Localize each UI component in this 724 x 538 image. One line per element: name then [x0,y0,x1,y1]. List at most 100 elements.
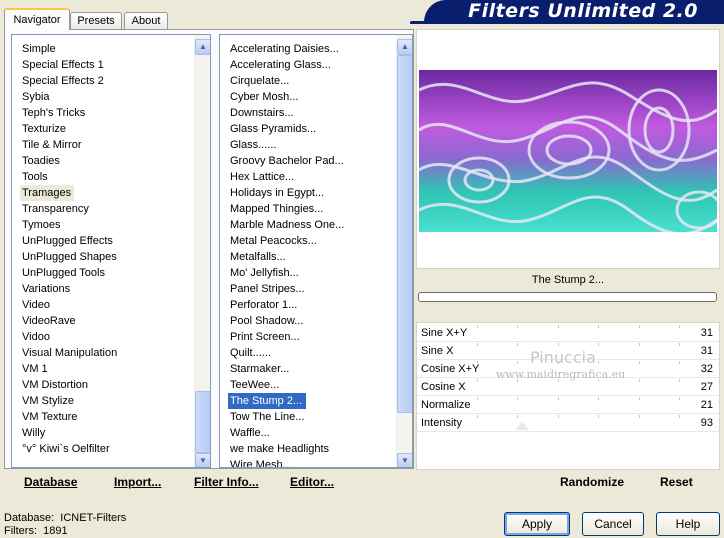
filter-item[interactable]: Cirquelate... [228,73,289,89]
category-item[interactable]: UnPlugged Effects [20,233,113,249]
filter-item[interactable]: Marble Madness One... [228,217,344,233]
param-row[interactable]: Intensity 93 [417,415,719,432]
category-item[interactable]: Special Effects 1 [20,57,104,73]
filter-item[interactable]: Glass Pyramids... [228,121,316,137]
category-item[interactable]: Toadies [20,153,60,169]
param-label: Intensity [421,417,462,429]
category-item[interactable]: VM Distortion [20,377,88,393]
slider-tick [638,397,640,400]
scroll-up-icon[interactable]: ▲ [195,39,210,55]
param-value: 27 [700,381,713,393]
category-item[interactable]: VM Stylize [20,393,74,409]
scroll-down-icon[interactable]: ▼ [195,453,210,467]
watermark-text: Pinuccia [530,348,596,367]
category-item[interactable]: Willy [20,425,45,441]
filter-item[interactable]: Mo' Jellyfish... [228,265,299,281]
param-slider-track[interactable] [477,397,680,414]
filter-item[interactable]: Glass...... [228,137,276,153]
filter-item[interactable]: TeeWee... [228,377,279,393]
slider-tick [598,325,600,328]
slider-tick [517,397,519,400]
filter-item[interactable]: Accelerating Glass... [228,57,331,73]
cancel-button[interactable]: Cancel [582,512,644,536]
filter-item[interactable]: Waffle... [228,425,270,441]
category-item[interactable]: Tymoes [20,217,61,233]
category-item[interactable]: VideoRave [20,313,76,329]
randomize-button[interactable]: Randomize [560,470,624,494]
apply-button[interactable]: Apply [504,512,570,536]
category-item[interactable]: Tile & Mirror [20,137,81,153]
filter-item[interactable]: The Stump 2... [228,393,306,409]
help-button[interactable]: Help [656,512,720,536]
tab-presets[interactable]: Presets [70,12,122,29]
param-slider-track[interactable] [477,325,680,342]
category-scrollbar[interactable]: ▲ ▼ [194,35,210,467]
param-slider-track[interactable] [477,379,680,396]
category-item[interactable]: Video [20,297,50,313]
category-item[interactable]: VM 1 [20,361,48,377]
database-label: Database: [4,512,55,524]
category-item[interactable]: Variations [20,281,70,297]
filter-item[interactable]: Metal Peacocks... [228,233,317,249]
tab-navigator[interactable]: Navigator [4,8,70,30]
filter-item[interactable]: Downstairs... [228,105,294,121]
slider-thumb-icon[interactable] [515,422,529,430]
filter-item[interactable]: Groovy Bachelor Pad... [228,153,344,169]
category-item[interactable]: UnPlugged Tools [20,265,105,281]
category-item[interactable]: Visual Manipulation [20,345,117,361]
filter-item[interactable]: Holidays in Egypt... [228,185,324,201]
param-label: Cosine X+Y [421,363,480,375]
category-list[interactable]: ▲ ▼ Simple Special Effects 1 Special Effec… [11,34,211,468]
scroll-thumb[interactable] [195,391,210,453]
filter-item[interactable]: Hex Lattice... [228,169,294,185]
category-item[interactable]: UnPlugged Shapes [20,249,117,265]
database-button[interactable]: Database [24,470,77,494]
editor-button[interactable]: Editor... [290,470,334,494]
filter-item[interactable]: Tow The Line... [228,409,304,425]
filter-item[interactable]: we make Headlights [228,441,329,457]
category-item[interactable]: Sybia [20,89,50,105]
param-row[interactable]: Normalize 21 [417,397,719,414]
slider-tick [679,379,680,382]
param-label: Cosine X [421,381,466,393]
filter-item[interactable]: Pool Shadow... [228,313,303,329]
param-slider-track[interactable] [477,415,680,432]
footer-info: Database: ICNET-Filters Filters: 1891 [4,512,126,538]
param-value: 31 [700,327,713,339]
scroll-up-icon[interactable]: ▲ [397,39,412,55]
category-item[interactable]: VM Texture [20,409,77,425]
category-item[interactable]: Simple [20,41,56,57]
filter-item[interactable]: Wire Mesh... [228,457,292,467]
brand-title: Filters Unlimited 2.0 [424,0,724,22]
tab-about[interactable]: About [124,12,168,29]
filter-item[interactable]: Starmaker... [228,361,289,377]
filter-info-button[interactable]: Filter Info... [194,470,259,494]
filter-item[interactable]: Quilt...... [228,345,271,361]
slider-tick [477,343,478,346]
category-item[interactable]: Special Effects 2 [20,73,104,89]
filter-item[interactable]: Metalfalls... [228,249,286,265]
filter-item[interactable]: Mapped Thingies... [228,201,323,217]
filter-item[interactable]: Cyber Mosh... [228,89,298,105]
filter-item[interactable]: Accelerating Daisies... [228,41,339,57]
filter-item[interactable]: Panel Stripes... [228,281,305,297]
category-item[interactable]: °v° Kiwi`s Oelfilter [20,441,110,457]
watermark-url: www.maidiregrafica.eu [496,368,626,381]
category-item[interactable]: Tools [20,169,48,185]
filter-item[interactable]: Perforator 1... [228,297,297,313]
param-row[interactable]: Cosine X 27 [417,379,719,396]
category-item[interactable]: Vidoo [20,329,50,345]
filter-item[interactable]: Print Screen... [228,329,300,345]
category-item[interactable]: Texturize [20,121,66,137]
scroll-down-icon[interactable]: ▼ [397,453,412,467]
category-item[interactable]: Transparency [20,201,89,217]
filter-scrollbar[interactable]: ▲ ▼ [396,35,412,467]
category-item[interactable]: Tramages [20,185,74,201]
filter-list[interactable]: ▲ ▼ Accelerating Daisies... Accelerating … [219,34,413,468]
param-label: Sine X+Y [421,327,468,339]
category-item[interactable]: Teph's Tricks [20,105,85,121]
import-button[interactable]: Import... [114,470,161,494]
scroll-thumb[interactable] [397,55,412,413]
param-row[interactable]: Sine X+Y 31 [417,325,719,342]
reset-button[interactable]: Reset [660,470,693,494]
